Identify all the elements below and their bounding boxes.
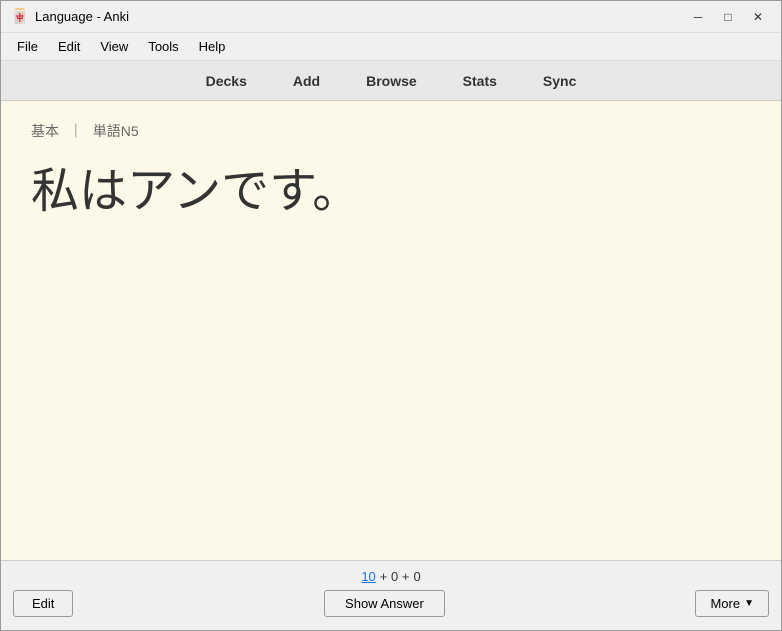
card-content: 私はアンです。 (31, 161, 751, 540)
more-dropdown-icon: ▼ (744, 598, 754, 609)
breadcrumb-subdeck: 単語N5 (93, 123, 139, 139)
bottom-bar: 10 + 0 + 0 Edit Show Answer More ▼ (1, 560, 781, 630)
menu-edit[interactable]: Edit (50, 37, 88, 56)
card-area: 基本 ｜ 単語N5 私はアンです。 (1, 101, 781, 560)
minimize-button[interactable]: ─ (685, 7, 711, 27)
stat-operator1: + 0 + (380, 569, 410, 584)
menu-file[interactable]: File (9, 37, 46, 56)
window-controls: ─ □ ✕ (685, 7, 771, 27)
close-button[interactable]: ✕ (745, 7, 771, 27)
breadcrumb-deck: 基本 (31, 123, 59, 139)
nav-browse[interactable]: Browse (358, 70, 425, 92)
breadcrumb: 基本 ｜ 単語N5 (31, 121, 751, 141)
card-question: 私はアンです。 (31, 161, 751, 223)
breadcrumb-separator: ｜ (69, 123, 83, 139)
more-label: More (710, 596, 740, 611)
stat-new[interactable]: 10 (361, 569, 375, 584)
nav-bar: Decks Add Browse Stats Sync (1, 61, 781, 101)
more-button[interactable]: More ▼ (695, 590, 769, 617)
edit-button[interactable]: Edit (13, 590, 73, 617)
menu-bar: File Edit View Tools Help (1, 33, 781, 61)
stat-operator2: 0 (413, 569, 420, 584)
app-icon-symbol: 🀄 (11, 8, 28, 25)
menu-tools[interactable]: Tools (140, 37, 186, 56)
title-bar-left: 🀄 Language - Anki (11, 8, 129, 26)
show-answer-button[interactable]: Show Answer (324, 590, 445, 617)
app-icon: 🀄 (11, 8, 29, 26)
buttons-row: Edit Show Answer More ▼ (13, 590, 769, 617)
window-title: Language - Anki (35, 9, 129, 24)
nav-stats[interactable]: Stats (455, 70, 505, 92)
menu-view[interactable]: View (92, 37, 136, 56)
stats-row: 10 + 0 + 0 (361, 569, 420, 584)
nav-add[interactable]: Add (285, 70, 328, 92)
nav-sync[interactable]: Sync (535, 70, 584, 92)
menu-help[interactable]: Help (191, 37, 234, 56)
maximize-button[interactable]: □ (715, 7, 741, 27)
nav-decks[interactable]: Decks (198, 70, 255, 92)
title-bar: 🀄 Language - Anki ─ □ ✕ (1, 1, 781, 33)
